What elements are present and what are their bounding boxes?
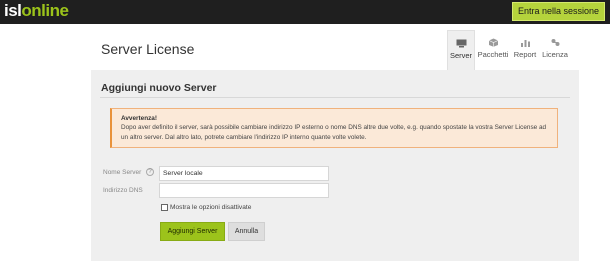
tab-server-label: Server	[449, 51, 473, 60]
brand-logo[interactable]: islonline	[4, 1, 69, 21]
add-server-panel: Aggiungi nuovo Server Avvertenza! Dopo a…	[91, 70, 579, 261]
report-icon	[520, 40, 530, 47]
dns-address-input[interactable]	[159, 183, 329, 198]
logo-text-isl: isl	[4, 1, 22, 20]
dns-address-label: Indirizzo DNS	[103, 187, 143, 194]
tab-report-label: Report	[513, 50, 537, 59]
section-tabs: Server Pacchetti Report Licenza	[447, 30, 571, 70]
join-session-button[interactable]: Entra nella sessione	[511, 2, 605, 21]
show-disabled-label[interactable]: Mostra le opzioni disattivate	[170, 204, 251, 211]
help-icon[interactable]: ?	[146, 168, 154, 176]
package-icon	[488, 38, 498, 47]
tab-server[interactable]: Server	[447, 30, 475, 70]
top-bar: islonline Entra nella sessione	[0, 0, 610, 24]
warning-box: Avvertenza! Dopo aver definito il server…	[110, 108, 558, 148]
server-icon	[456, 39, 466, 48]
tab-license-label: Licenza	[542, 50, 568, 59]
logo-text-online: online	[21, 1, 69, 20]
warning-title: Avvertenza!	[121, 115, 157, 122]
server-name-input[interactable]: Server locale	[159, 166, 329, 181]
show-disabled-options-row: Mostra le opzioni disattivate	[161, 204, 251, 211]
page-title: Server License	[101, 41, 195, 57]
license-icon	[551, 39, 559, 46]
add-server-button[interactable]: Aggiungi Server	[160, 222, 225, 241]
cancel-button[interactable]: Annulla	[228, 222, 265, 241]
show-disabled-checkbox[interactable]	[161, 204, 168, 211]
tab-license[interactable]: Licenza	[541, 30, 569, 70]
tab-report[interactable]: Report	[511, 30, 539, 70]
tab-packages-label: Pacchetti	[477, 50, 509, 59]
panel-title: Aggiungi nuovo Server	[101, 82, 217, 94]
server-name-label: Nome Server	[103, 169, 142, 176]
warning-text: Dopo aver definito il server, sarà possi…	[121, 124, 547, 141]
tab-packages[interactable]: Pacchetti	[477, 30, 509, 70]
panel-divider	[100, 97, 570, 98]
